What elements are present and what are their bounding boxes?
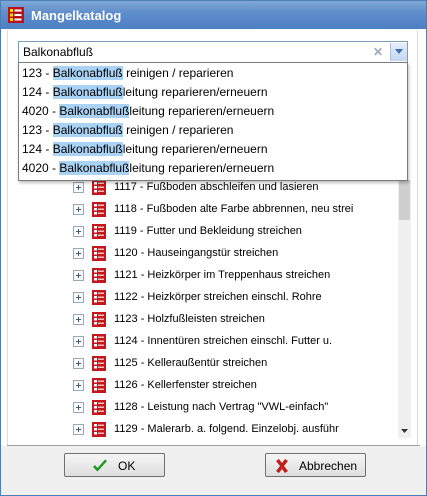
tree-row[interactable]: 1128 - Leistung nach Vertrag "VWL-einfac… <box>8 397 398 419</box>
title-bar[interactable]: Mangelkatalog <box>1 1 426 29</box>
suggestion-code: 123 - <box>22 66 53 80</box>
suggestion-match-highlight: Balkonabfluß <box>52 142 123 156</box>
catalog-entry-icon <box>92 356 106 371</box>
red-catalog-icon <box>8 7 24 23</box>
catalog-entry-icon <box>92 224 106 239</box>
ok-button[interactable]: OK <box>64 453 165 477</box>
expand-plus-icon[interactable] <box>73 402 84 413</box>
suggestion-code: 123 - <box>22 123 53 137</box>
tree-item-label: 1121 - Heizkörper im Treppenhaus streich… <box>114 269 331 281</box>
expand-plus-icon[interactable] <box>73 292 84 303</box>
tree-item-label: 1118 - Fußboden alte Farbe abbrennen, ne… <box>114 203 354 215</box>
suggestion-code: 4020 - <box>22 161 60 175</box>
tree-item-label: 1129 - Malerarb. a. folgend. Einzelobj. … <box>114 423 339 435</box>
tree-row[interactable]: 1125 - Kelleraußentür streichen <box>8 353 398 375</box>
suggestion-rest: leitung reparieren/erneuern <box>129 104 275 118</box>
suggestion-match-highlight: Balkonabfluß <box>59 104 130 118</box>
window-title: Mangelkatalog <box>31 8 122 23</box>
expand-plus-icon[interactable] <box>73 270 84 281</box>
tree-row[interactable]: 1126 - Kellerfenster streichen <box>8 375 398 397</box>
suggestion-match-highlight: Balkonabfluß <box>52 85 123 99</box>
expand-plus-icon[interactable] <box>73 380 84 391</box>
chevron-down-icon <box>395 49 403 54</box>
suggestion-item[interactable]: 123 - Balkonabfluß reinigen / reparieren <box>19 121 407 140</box>
tree-row[interactable]: 1119 - Futter und Bekleidung streichen <box>8 221 398 243</box>
expand-plus-icon[interactable] <box>73 226 84 237</box>
clear-x-icon[interactable]: ✕ <box>372 45 384 59</box>
scroll-down-button[interactable] <box>398 424 411 438</box>
suggestion-code: 124 - <box>22 85 53 99</box>
tree-item-label: 1123 - Holzfußleisten streichen <box>114 313 265 325</box>
cancel-button-label: Abbrechen <box>299 459 358 473</box>
expand-plus-icon[interactable] <box>73 336 84 347</box>
suggestion-rest: leitung reparieren/erneuern <box>122 85 268 99</box>
scrollbar-thumb[interactable] <box>399 180 410 220</box>
catalog-entry-icon <box>92 400 106 415</box>
tree-item-label: 1128 - Leistung nach Vertrag "VWL-einfac… <box>114 401 329 413</box>
suggestion-item[interactable]: 123 - Balkonabfluß reinigen / reparieren <box>19 64 407 83</box>
tree-row[interactable]: 1117 - Fußboden abschleifen und lasieren <box>8 180 398 199</box>
tree-item-label: 1119 - Futter und Bekleidung streichen <box>114 225 302 237</box>
red-x-icon <box>276 459 288 473</box>
tree-item-label: 1126 - Kellerfenster streichen <box>114 379 257 391</box>
expand-plus-icon[interactable] <box>73 248 84 259</box>
catalog-entry-icon <box>92 334 106 349</box>
search-input[interactable]: Balkonabfluß <box>23 45 93 59</box>
expand-plus-icon[interactable] <box>73 424 84 435</box>
green-check-icon <box>93 459 107 472</box>
catalog-entry-icon <box>92 378 106 393</box>
tree-row[interactable]: 1122 - Heizkörper streichen einschl. Roh… <box>8 287 398 309</box>
dropdown-button[interactable] <box>390 43 407 61</box>
expand-plus-icon[interactable] <box>73 358 84 369</box>
tree-item-label: 1125 - Kelleraußentür streichen <box>114 357 268 369</box>
catalog-entry-icon <box>92 312 106 327</box>
suggestion-code: 124 - <box>22 142 53 156</box>
tree-row[interactable]: 1123 - Holzfußleisten streichen <box>8 309 398 331</box>
search-combobox[interactable]: Balkonabfluß ✕ <box>18 41 408 63</box>
suggestion-rest: reinigen / reparieren <box>122 123 234 137</box>
suggestion-rest: leitung reparieren/erneuern <box>122 142 268 156</box>
catalog-entry-icon <box>92 202 106 217</box>
tree-row[interactable]: 1129 - Malerarb. a. folgend. Einzelobj. … <box>8 419 398 438</box>
scroll-down-arrow-icon <box>401 429 408 433</box>
expand-plus-icon[interactable] <box>73 314 84 325</box>
suggestion-item[interactable]: 4020 - Balkonabflußleitung reparieren/er… <box>19 159 407 178</box>
tree-row[interactable]: 1120 - Hauseingangstür streichen <box>8 243 398 265</box>
tree-row[interactable]: 1118 - Fußboden alte Farbe abbrennen, ne… <box>8 199 398 221</box>
suggestion-item[interactable]: 124 - Balkonabflußleitung reparieren/ern… <box>19 140 407 159</box>
tree-item-label: 1124 - Innentüren streichen einschl. Fut… <box>114 335 333 347</box>
tree-row[interactable]: 1124 - Innentüren streichen einschl. Fut… <box>8 331 398 353</box>
suggestion-item[interactable]: 124 - Balkonabflußleitung reparieren/ern… <box>19 83 407 102</box>
catalog-tree[interactable]: 1117 - Fußboden abschleifen und lasieren… <box>8 180 398 438</box>
catalog-entry-icon <box>92 246 106 261</box>
suggestion-rest: leitung reparieren/erneuern <box>129 161 275 175</box>
suggestion-dropdown: 123 - Balkonabfluß reinigen / reparieren… <box>18 62 408 181</box>
suggestion-match-highlight: Balkonabfluß <box>52 123 123 137</box>
cancel-button[interactable]: Abbrechen <box>265 453 366 477</box>
suggestion-match-highlight: Balkonabfluß <box>52 66 123 80</box>
tree-item-label: 1122 - Heizkörper streichen einschl. Roh… <box>114 291 322 303</box>
vertical-scrollbar[interactable] <box>398 180 411 438</box>
tree-row[interactable]: 1121 - Heizkörper im Treppenhaus streich… <box>8 265 398 287</box>
suggestion-item[interactable]: 4020 - Balkonabflußleitung reparieren/er… <box>19 102 407 121</box>
suggestion-match-highlight: Balkonabfluß <box>59 161 130 175</box>
catalog-entry-icon <box>92 180 106 195</box>
tree-item-label: 1117 - Fußboden abschleifen und lasieren <box>114 181 319 193</box>
suggestion-rest: reinigen / reparieren <box>122 66 234 80</box>
expand-plus-icon[interactable] <box>73 204 84 215</box>
tree-item-label: 1120 - Hauseingangstür streichen <box>114 247 279 259</box>
catalog-entry-icon <box>92 422 106 437</box>
catalog-entry-icon <box>92 268 106 283</box>
catalog-entry-icon <box>92 290 106 305</box>
suggestion-code: 4020 - <box>22 104 60 118</box>
expand-plus-icon[interactable] <box>73 182 84 193</box>
ok-button-label: OK <box>118 459 136 473</box>
